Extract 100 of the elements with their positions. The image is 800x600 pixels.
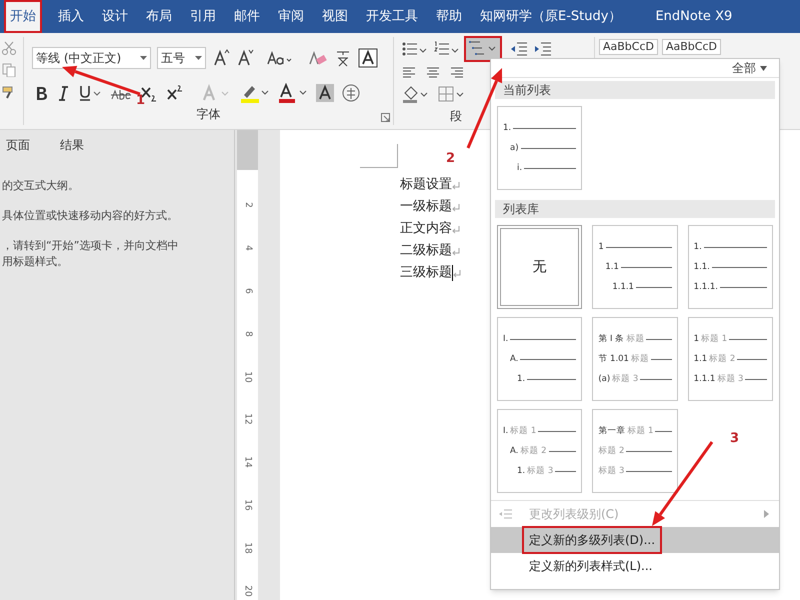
list-style-thumbnail[interactable]: I. A. 1. xyxy=(497,317,582,401)
list-style-thumbnail[interactable]: I. 标题 1 A. 标题 2 1. 标题 3 xyxy=(497,409,582,493)
step-number: 2 xyxy=(446,152,456,165)
step-number: 3 xyxy=(730,432,740,445)
nav-pane-tab[interactable]: 结果 xyxy=(60,134,84,156)
list-style-thumbnail[interactable]: 第一章 标题 1 标题 2 标题 3 xyxy=(592,409,678,493)
paint-bucket-icon[interactable] xyxy=(402,84,428,103)
ribbon-tab[interactable]: 审阅 xyxy=(276,6,306,26)
list-style-thumbnail[interactable]: 1. 1.1. 1.1.1. xyxy=(688,225,773,309)
font-name-dropdown[interactable]: 等线 (中文正文) xyxy=(32,46,151,69)
list-number: i. xyxy=(517,162,522,174)
heading-text: 标题 3 xyxy=(598,464,624,478)
font-size-dropdown[interactable]: 五号 xyxy=(157,46,206,69)
help-text: ，请转到“开始”选项卡，并向文档中 xyxy=(2,238,178,254)
heading-text: 标题 3 xyxy=(717,372,744,386)
menu-item[interactable]: 定义新的列表样式(L)... xyxy=(491,553,779,579)
list-number: I. xyxy=(503,424,508,438)
character-border-icon[interactable] xyxy=(358,48,378,68)
change-case-icon[interactable] xyxy=(266,48,294,67)
caret-icon[interactable] xyxy=(195,56,202,60)
style-preview[interactable]: AaBbCcD xyxy=(662,39,721,55)
rule-line xyxy=(538,430,576,432)
filter-dropdown[interactable]: 全部 xyxy=(732,59,767,77)
list-number: I. xyxy=(503,332,508,346)
caret-icon[interactable] xyxy=(140,56,147,60)
bulleted-list-icon[interactable] xyxy=(402,41,428,57)
list-style-thumbnail[interactable]: 第 I 条 标题 节 1.01 标题 (a) 标题 3 xyxy=(592,317,678,401)
align-right-icon[interactable] xyxy=(450,67,464,80)
underline-icon[interactable] xyxy=(78,84,102,102)
list-number: 第一章 xyxy=(598,424,626,438)
multilevel-list-icon[interactable] xyxy=(466,38,500,60)
highlighter-icon[interactable] xyxy=(240,83,270,104)
section-header: 列表库 xyxy=(495,200,775,218)
ribbon-tab[interactable]: 设计 xyxy=(100,6,130,26)
heading-text: 标题 2 xyxy=(520,444,546,458)
rule-line xyxy=(704,246,767,248)
document-text: 标题设置 xyxy=(400,176,452,194)
list-style-thumbnail[interactable]: 无 xyxy=(497,225,582,309)
align-center-icon[interactable] xyxy=(426,67,440,80)
ruler-number: 10 xyxy=(242,370,252,382)
list-number: 1. xyxy=(503,122,512,134)
shrink-font-icon[interactable] xyxy=(236,48,254,67)
rule-line xyxy=(720,286,767,288)
rule-line xyxy=(646,338,672,340)
rule-line xyxy=(636,286,672,288)
document-text: 三级标题 xyxy=(400,264,452,282)
font-color-icon[interactable] xyxy=(278,83,308,104)
rule-line xyxy=(510,338,576,340)
italic-icon[interactable] xyxy=(56,85,70,102)
rule-line xyxy=(745,378,767,380)
font-name-value: 等线 (中文正文) xyxy=(36,50,122,67)
ribbon-tab[interactable]: 插入 xyxy=(56,6,86,26)
group-label: 字体 xyxy=(196,106,220,123)
step-number: 1 xyxy=(136,94,146,107)
list-number: 1 xyxy=(694,332,700,346)
borders-icon[interactable] xyxy=(438,84,464,103)
ribbon-tab[interactable]: 邮件 xyxy=(232,6,262,26)
list-number: 1.1.1 xyxy=(612,280,634,294)
heading-text: 标题 xyxy=(626,332,644,346)
character-shading-icon[interactable] xyxy=(316,84,334,102)
rule-line xyxy=(640,378,672,380)
group-label: 段 xyxy=(450,109,462,123)
menu-item[interactable]: 定义新的多级列表(D)... xyxy=(491,527,779,553)
superscript-icon[interactable] xyxy=(166,84,184,102)
list-number: 1. xyxy=(517,464,526,478)
phonetic-guide-icon[interactable] xyxy=(334,48,352,67)
list-number: 1. xyxy=(517,372,526,386)
rule-line xyxy=(729,338,767,340)
ruler-margin-area xyxy=(237,130,258,170)
section-header: 当前列表 xyxy=(495,81,775,99)
enclose-character-icon[interactable] xyxy=(342,84,360,102)
help-text: 用标题样式。 xyxy=(2,254,68,270)
dialog-launcher-icon[interactable] xyxy=(381,113,390,122)
bold-icon[interactable] xyxy=(34,85,48,102)
list-style-thumbnail[interactable]: 1 标题 1 1.1 标题 2 1.1.1 标题 3 xyxy=(688,317,773,401)
list-style-thumbnail[interactable]: 1. a) i. xyxy=(497,106,582,190)
ribbon-tab[interactable]: 知网研学（原E-Study） xyxy=(478,6,624,26)
rule-line xyxy=(520,358,576,360)
numbered-list-icon[interactable] xyxy=(434,41,460,57)
increase-indent-icon[interactable] xyxy=(534,42,552,56)
style-preview[interactable]: AaBbCcD xyxy=(599,39,658,55)
decrease-indent-icon[interactable] xyxy=(510,42,528,56)
clear-formatting-icon[interactable] xyxy=(308,48,328,67)
ribbon-tab[interactable]: 布局 xyxy=(144,6,174,26)
list-number: (a) xyxy=(598,372,610,386)
grow-font-icon[interactable] xyxy=(212,48,230,67)
ribbon-tab[interactable]: 帮助 xyxy=(434,6,464,26)
ruler-number: 8 xyxy=(242,330,252,336)
align-left-icon[interactable] xyxy=(402,67,416,80)
ribbon-tab[interactable]: 视图 xyxy=(320,6,350,26)
ribbon-tab[interactable]: 引用 xyxy=(188,6,218,26)
heading-text: 标题 xyxy=(630,352,649,366)
ribbon-tab[interactable]: 开发工具 xyxy=(364,6,420,26)
ribbon-tab[interactable]: 开始 xyxy=(4,0,42,33)
nav-pane-tab[interactable]: 页面 xyxy=(6,134,30,156)
list-style-thumbnail[interactable]: 1 1.1 1.1.1 xyxy=(592,225,678,309)
rule-line xyxy=(527,378,576,380)
margin-corner-mark xyxy=(360,144,398,168)
ribbon-tab[interactable]: EndNote X9 xyxy=(653,6,734,26)
list-number: 1.1.1. xyxy=(694,280,718,294)
